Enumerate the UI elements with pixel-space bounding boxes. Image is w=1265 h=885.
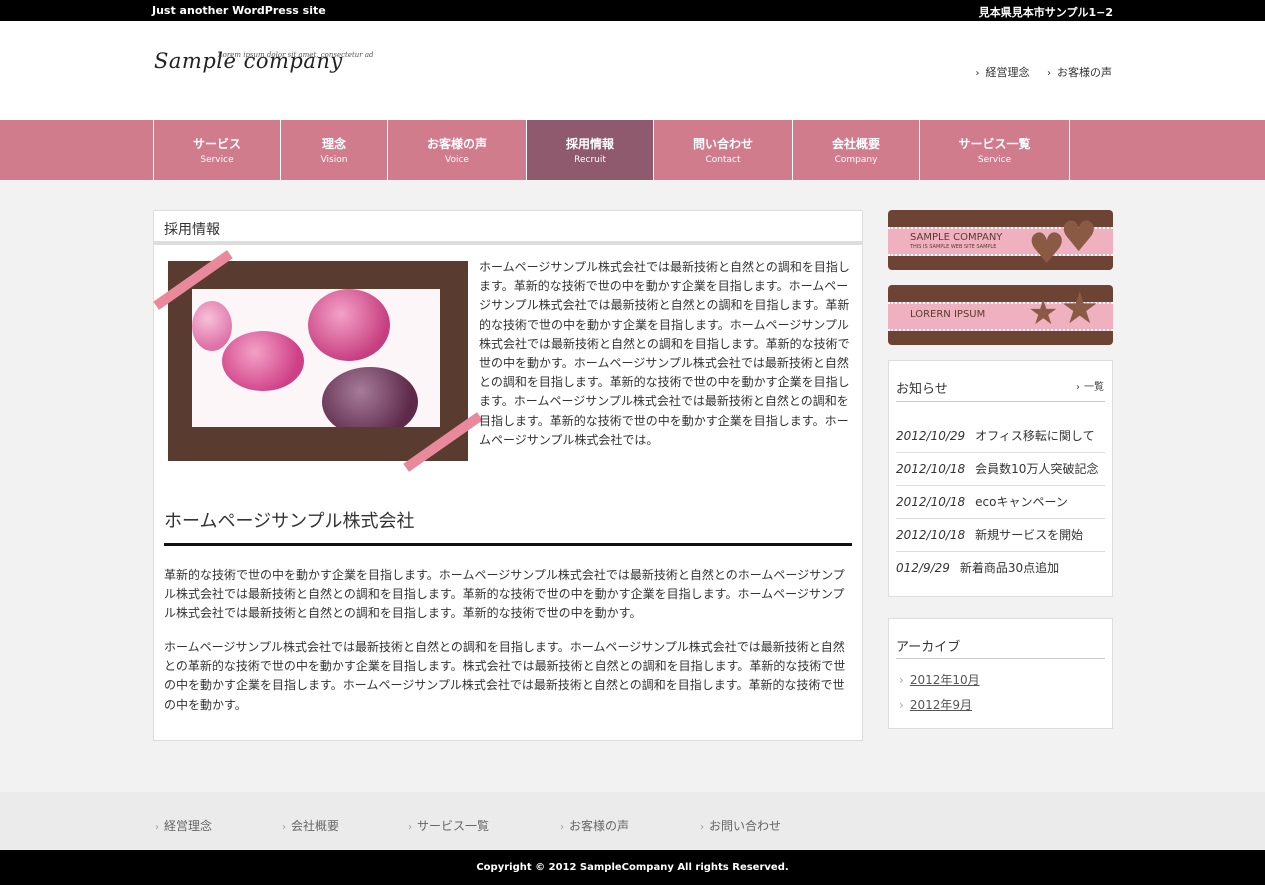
news-date: 2012/10/18 <box>896 495 966 509</box>
nav-label: お客様の声 <box>426 137 487 151</box>
nav-sublabel: Service <box>977 155 1012 165</box>
divider <box>896 658 1105 659</box>
nav-sublabel: Contact <box>705 155 741 165</box>
news-item[interactable]: 2012/10/18 ecoキャンペーン <box>896 486 1105 519</box>
lead-text: ホームページサンプル株式会社では最新技術と自然との調和を目指します。革新的な技術… <box>479 260 850 447</box>
footer-link-contact[interactable]: お問い合わせ <box>700 817 781 834</box>
nav-label: 会社概要 <box>831 137 880 151</box>
news-text: 新規サービスを開始 <box>975 528 1084 542</box>
news-item[interactable]: 012/9/29 新着商品30点追加 <box>896 552 1105 585</box>
hero-image <box>153 250 483 472</box>
news-item[interactable]: 2012/10/18 新規サービスを開始 <box>896 519 1105 552</box>
header-link-philosophy[interactable]: 経営理念 <box>976 66 1030 79</box>
banner-sample-company[interactable]: SAMPLE COMPANY THIS IS SAMPLE WEB SITE S… <box>888 210 1113 270</box>
nav-item-contact[interactable]: 問い合わせ Contact <box>654 120 793 180</box>
nav-label: 採用情報 <box>565 137 614 151</box>
body-paragraph: 革新的な技術で世の中を動かす企業を目指します。ホームページサンプル株式会社では最… <box>164 568 845 621</box>
news-item[interactable]: 2012/10/29 オフィス移転に関して <box>896 420 1105 453</box>
header-links: 経営理念 お客様の声 <box>962 64 1113 80</box>
macaron <box>322 367 418 427</box>
footer-link-philosophy[interactable]: 経営理念 <box>155 817 212 834</box>
divider <box>896 401 1105 402</box>
news-text: 会員数10万人突破記念 <box>975 462 1099 476</box>
nav-sublabel: Recruit <box>574 155 606 165</box>
footer-nav: 経営理念 会社概要 サービス一覧 お客様の声 お問い合わせ <box>0 792 1265 850</box>
macaron-photo <box>192 289 440 427</box>
nav-label: サービス <box>192 137 241 151</box>
site-header: Sample company Lorem ipsum dolor sit ame… <box>0 21 1265 120</box>
news-date: 012/9/29 <box>896 561 950 575</box>
news-date: 2012/10/29 <box>896 429 966 443</box>
nav-item-vision[interactable]: 理念 Vision <box>281 120 388 180</box>
news-widget: お知らせ 一覧 2012/10/29 オフィス移転に関して 2012/10/18 会… <box>888 360 1113 597</box>
nav-item-service[interactable]: サービス Service <box>154 120 281 180</box>
macaron <box>308 289 390 361</box>
address-text: 見本県見本市サンプル1−2 <box>978 6 1113 19</box>
macaron <box>222 331 304 391</box>
nav-label: サービス一覧 <box>958 137 1031 151</box>
nav-sublabel: Vision <box>320 155 348 165</box>
nav-sublabel: Service <box>200 155 234 165</box>
news-text: 新着商品30点追加 <box>959 561 1060 575</box>
news-date: 2012/10/18 <box>896 462 966 476</box>
archive-title: アーカイブ <box>896 640 961 655</box>
nav-sublabel: Voice <box>445 155 469 165</box>
news-title: お知らせ <box>896 382 948 397</box>
news-text: オフィス移転に関して <box>975 429 1095 443</box>
page-title: 採用情報 <box>154 211 862 245</box>
news-item[interactable]: 2012/10/18 会員数10万人突破記念 <box>896 453 1105 486</box>
footer-link-voice[interactable]: お客様の声 <box>560 817 629 834</box>
nav-item-voice[interactable]: お客様の声 Voice <box>388 120 527 180</box>
archive-item[interactable]: 2012年9月 <box>899 696 980 721</box>
archive-item[interactable]: 2012年10月 <box>899 671 980 696</box>
main-content: 採用情報 ホームページサンプル株式会社では最新技術と自然との調和を目指します。革… <box>153 210 863 741</box>
nav-sublabel: Company <box>834 155 878 165</box>
news-text: ecoキャンペーン <box>975 495 1068 509</box>
nav-label: 理念 <box>321 137 346 151</box>
header-link-voice[interactable]: お客様の声 <box>1047 66 1112 79</box>
archive-link[interactable]: 2012年9月 <box>910 698 972 712</box>
nav-item-recruit[interactable]: 採用情報 Recruit <box>527 120 654 180</box>
footer-link-company[interactable]: 会社概要 <box>282 817 339 834</box>
nav-item-service-list[interactable]: サービス一覧 Service <box>920 120 1070 180</box>
site-tagline: Just another WordPress site <box>152 4 326 17</box>
top-bar: Just another WordPress site 見本県見本市サンプル1−… <box>0 0 1265 21</box>
macaron <box>192 301 232 351</box>
logo-tagline: Lorem ipsum dolor sit amet, consectetur … <box>218 51 374 59</box>
nav-item-company[interactable]: 会社概要 Company <box>793 120 920 180</box>
footer-link-service-list[interactable]: サービス一覧 <box>408 817 489 834</box>
archive-widget: アーカイブ 2012年10月 2012年9月 <box>888 618 1113 729</box>
heart-icon: ♥ <box>1060 212 1098 261</box>
global-nav: サービス Service 理念 Vision お客様の声 Voice 採用情報 Recr… <box>0 120 1265 180</box>
banner-title: LORERN IPSUM <box>910 309 986 320</box>
nav-label: 問い合わせ <box>692 137 753 151</box>
banner-lorem-ipsum[interactable]: LORERN IPSUM ★ ★ <box>888 285 1113 345</box>
star-icon: ★ <box>1028 293 1059 333</box>
news-more-link[interactable]: 一覧 <box>1076 378 1104 393</box>
banner-title: SAMPLE COMPANY <box>910 232 1003 243</box>
banner-subtitle: THIS IS SAMPLE WEB SITE SAMPLE <box>910 244 997 250</box>
copyright: Copyright © 2012 SampleCompany All right… <box>0 850 1265 885</box>
star-icon: ★ <box>1060 285 1100 334</box>
archive-link[interactable]: 2012年10月 <box>910 673 980 687</box>
section-heading: ホームページサンプル株式会社 <box>164 507 852 546</box>
news-date: 2012/10/18 <box>896 528 966 542</box>
body-paragraph: ホームページサンプル株式会社では最新技術と自然との調和を目指します。ホームページ… <box>164 640 846 712</box>
